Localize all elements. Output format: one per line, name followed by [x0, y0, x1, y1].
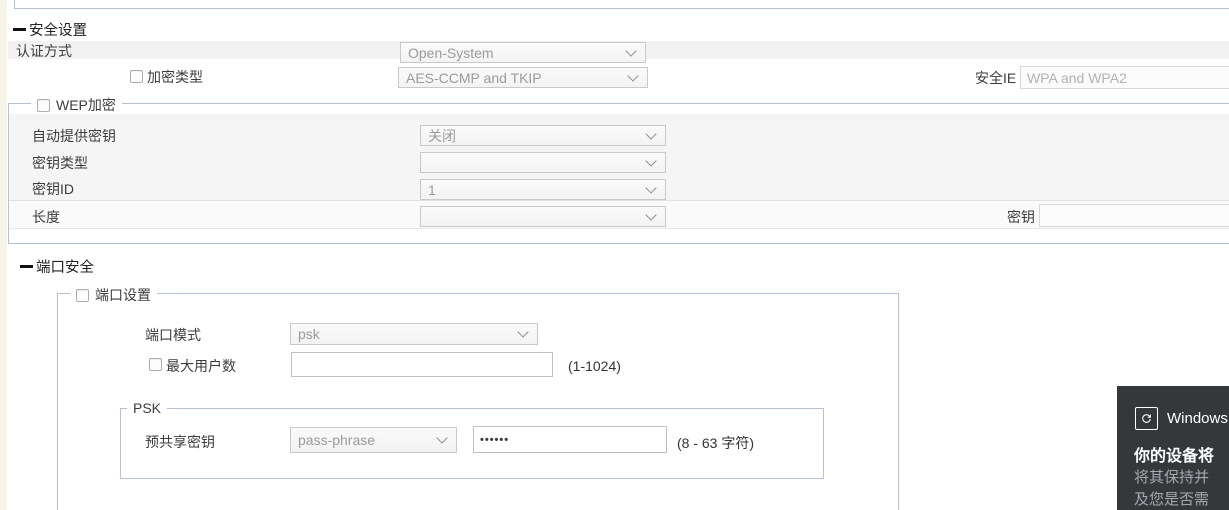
key-id-value: 1 [428, 181, 436, 198]
port-mode-select[interactable]: psk [290, 323, 538, 345]
section-header-security[interactable]: 安全设置 [13, 19, 87, 40]
section-title: 端口安全 [36, 260, 94, 276]
pre-shared-key-mode-select[interactable]: pass-phrase [290, 427, 457, 453]
chevron-down-icon [645, 154, 657, 167]
toast-body-line: 将其保持并 [1134, 469, 1210, 486]
chevron-down-icon [625, 44, 637, 57]
wep-key-label: 密钥 [1007, 209, 1035, 225]
collapse-icon[interactable] [20, 265, 33, 268]
auto-key-value: 关闭 [428, 127, 456, 144]
left-gutter [0, 0, 7, 510]
port-mode-value: psk [298, 326, 320, 342]
wep-legend: WEP加密 [31, 95, 122, 115]
encryption-type-label: 加密类型 [147, 69, 203, 85]
length-select[interactable] [420, 206, 666, 227]
toast-title: 你的设备将 [1134, 448, 1215, 465]
page: 安全设置 认证方式 Open-System 加密类型 AES-CCMP and … [0, 0, 1229, 510]
max-users-label: 最大用户数 [166, 358, 236, 374]
wep-checkbox[interactable] [37, 98, 50, 112]
encryption-type-checkbox[interactable] [130, 70, 143, 83]
max-users-input[interactable] [291, 352, 553, 377]
chevron-down-icon [645, 127, 657, 140]
previous-panel-border [14, 0, 1229, 9]
auth-method-label: 认证方式 [16, 43, 72, 59]
toast-app-name: Windows [1167, 410, 1228, 427]
toast-body-line: 及您是否需 [1134, 491, 1210, 508]
chevron-down-icon [517, 326, 529, 338]
collapse-icon[interactable] [13, 28, 26, 31]
chevron-down-icon [436, 432, 448, 444]
port-settings-legend: 端口设置 [70, 285, 157, 305]
pre-shared-key-label: 预共享密钥 [145, 434, 215, 450]
wep-key-input[interactable] [1039, 204, 1229, 227]
auto-key-select[interactable]: 关闭 [420, 125, 666, 146]
section-title: 安全设置 [29, 23, 87, 39]
pre-shared-key-hint: (8 - 63 字符) [677, 435, 755, 451]
max-users-checkbox[interactable] [149, 358, 162, 371]
wep-legend-label: WEP加密 [56, 97, 116, 113]
windows-update-toast[interactable]: Windows 你的设备将 将其保持并 及您是否需 [1117, 386, 1229, 510]
security-ie-input[interactable] [1020, 66, 1229, 89]
pre-shared-key-mode-value: pass-phrase [298, 432, 376, 448]
chevron-down-icon [627, 69, 639, 82]
key-type-label: 密钥类型 [32, 155, 88, 171]
port-settings-legend-label: 端口设置 [95, 287, 151, 303]
key-id-select[interactable]: 1 [420, 179, 666, 200]
encryption-type-select[interactable]: AES-CCMP and TKIP [398, 67, 648, 88]
psk-legend: PSK [127, 400, 168, 416]
auth-method-value: Open-System [408, 44, 494, 61]
key-id-label: 密钥ID [32, 181, 74, 197]
chevron-down-icon [645, 181, 657, 194]
auto-key-label: 自动提供密钥 [32, 128, 116, 144]
encryption-type-value: AES-CCMP and TKIP [406, 69, 542, 86]
windows-update-icon [1135, 407, 1158, 430]
auth-method-select[interactable]: Open-System [400, 42, 646, 63]
pre-shared-key-password-input[interactable] [473, 426, 667, 453]
max-users-hint: (1-1024) [568, 358, 621, 374]
security-ie-label: 安全IE [975, 70, 1017, 86]
port-mode-label: 端口模式 [145, 327, 201, 343]
port-settings-checkbox[interactable] [76, 288, 89, 302]
length-label: 长度 [32, 209, 60, 225]
key-type-select[interactable] [420, 152, 666, 173]
section-header-port[interactable]: 端口安全 [20, 256, 94, 277]
chevron-down-icon [645, 208, 657, 221]
